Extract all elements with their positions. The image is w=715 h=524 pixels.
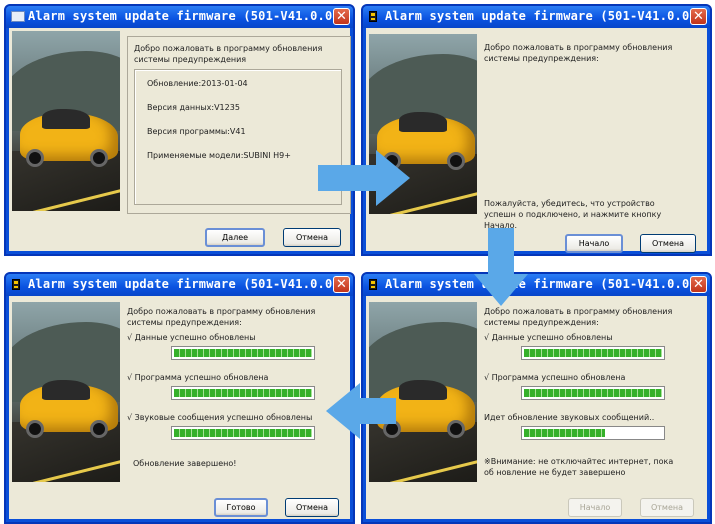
- sound-status: √ Звуковые сообщения успешно обновлены: [127, 413, 313, 422]
- window-welcome: Alarm system update firmware (501-V41.0.…: [4, 4, 355, 256]
- title-bar[interactable]: Alarm system update firmware (501-V41.0.…: [363, 274, 710, 296]
- welcome-text: Добро пожаловать в программу обновления …: [484, 307, 673, 327]
- program-status: √ Программа успешно обновлена: [484, 373, 626, 382]
- progress-fill: [174, 349, 312, 357]
- connect-notice: Пожалуйста, убедитесь, что устройство ус…: [484, 199, 662, 230]
- sound-updating-status: Идет обновление звуковых сообщений..: [484, 413, 655, 422]
- program-status: √ Программа успешно обновлена: [127, 373, 269, 382]
- close-button[interactable]: ✕: [333, 276, 350, 293]
- welcome-text: Добро пожаловать в программу обновления …: [134, 44, 323, 64]
- progress-fill: [524, 349, 662, 357]
- warning-text: ※Внимание: не отключайтес интернет, пока…: [484, 457, 674, 477]
- cancel-button[interactable]: Отмена: [283, 228, 341, 247]
- supported-models: Применяемые модели:SUBINI H9+: [147, 151, 291, 160]
- program-progress-bar: [521, 386, 665, 400]
- app-icon: [11, 11, 25, 22]
- cancel-button[interactable]: Отмена: [285, 498, 339, 517]
- close-button[interactable]: ✕: [333, 8, 350, 25]
- window-complete: Alarm system update firmware (501-V41.0.…: [4, 272, 355, 524]
- title-bar[interactable]: Alarm system update firmware (501-V41.0.…: [6, 274, 353, 296]
- program-version: Версия программы:V41: [147, 127, 246, 136]
- welcome-text: Добро пожаловать в программу обновления …: [484, 43, 673, 63]
- sound-progress-bar: [171, 426, 315, 440]
- progress-fill: [174, 429, 312, 437]
- window-title: Alarm system update firmware (501-V41.0.…: [28, 277, 348, 291]
- car-image: [369, 302, 477, 482]
- app-icon: [369, 11, 377, 22]
- window-updating: Alarm system update firmware (501-V41.0.…: [361, 272, 712, 524]
- window-title: Alarm system update firmware (501-V41.0.…: [385, 9, 705, 23]
- window-start: Alarm system update firmware (501-V41.0.…: [361, 4, 712, 256]
- progress-fill: [524, 429, 606, 437]
- start-button[interactable]: Начало: [565, 234, 623, 253]
- next-button[interactable]: Далее: [205, 228, 265, 247]
- data-version: Версия данных:V1235: [147, 103, 240, 112]
- update-date: Обновление:2013-01-04: [147, 79, 248, 88]
- cancel-button[interactable]: Отмена: [640, 234, 696, 253]
- title-bar[interactable]: Alarm system update firmware (501-V41.0.…: [6, 6, 353, 28]
- complete-message: Обновление завершено!: [133, 459, 237, 468]
- start-button[interactable]: Начало: [568, 498, 622, 517]
- window-title: Alarm system update firmware (501-V41.0.…: [28, 9, 348, 23]
- cancel-button[interactable]: Отмена: [640, 498, 694, 517]
- program-progress-bar: [171, 386, 315, 400]
- close-button[interactable]: ✕: [690, 8, 707, 25]
- car-image: [12, 302, 120, 482]
- window-client: Добро пожаловать в программу обновления …: [9, 28, 351, 251]
- sound-progress-bar: [521, 426, 665, 440]
- done-button[interactable]: Готово: [214, 498, 268, 517]
- app-icon: [12, 279, 20, 290]
- data-progress-bar: [171, 346, 315, 360]
- data-status: √ Данные успешно обновлены: [484, 333, 613, 342]
- progress-fill: [524, 389, 662, 397]
- car-image: [12, 31, 120, 211]
- window-client: Добро пожаловать в программу обновления …: [9, 296, 350, 519]
- window-client: Добро пожаловать в программу обновления …: [366, 296, 707, 519]
- window-client: Добро пожаловать в программу обновления …: [366, 28, 707, 253]
- close-button[interactable]: ✕: [690, 276, 707, 293]
- title-bar[interactable]: Alarm system update firmware (501-V41.0.…: [363, 6, 710, 28]
- window-title: Alarm system update firmware (501-V41.0.…: [385, 277, 705, 291]
- version-box: Обновление:2013-01-04 Версия данных:V123…: [134, 69, 342, 205]
- welcome-text: Добро пожаловать в программу обновления …: [127, 307, 316, 327]
- app-icon: [369, 279, 377, 290]
- data-status: √ Данные успешно обновлены: [127, 333, 256, 342]
- progress-fill: [174, 389, 312, 397]
- data-progress-bar: [521, 346, 665, 360]
